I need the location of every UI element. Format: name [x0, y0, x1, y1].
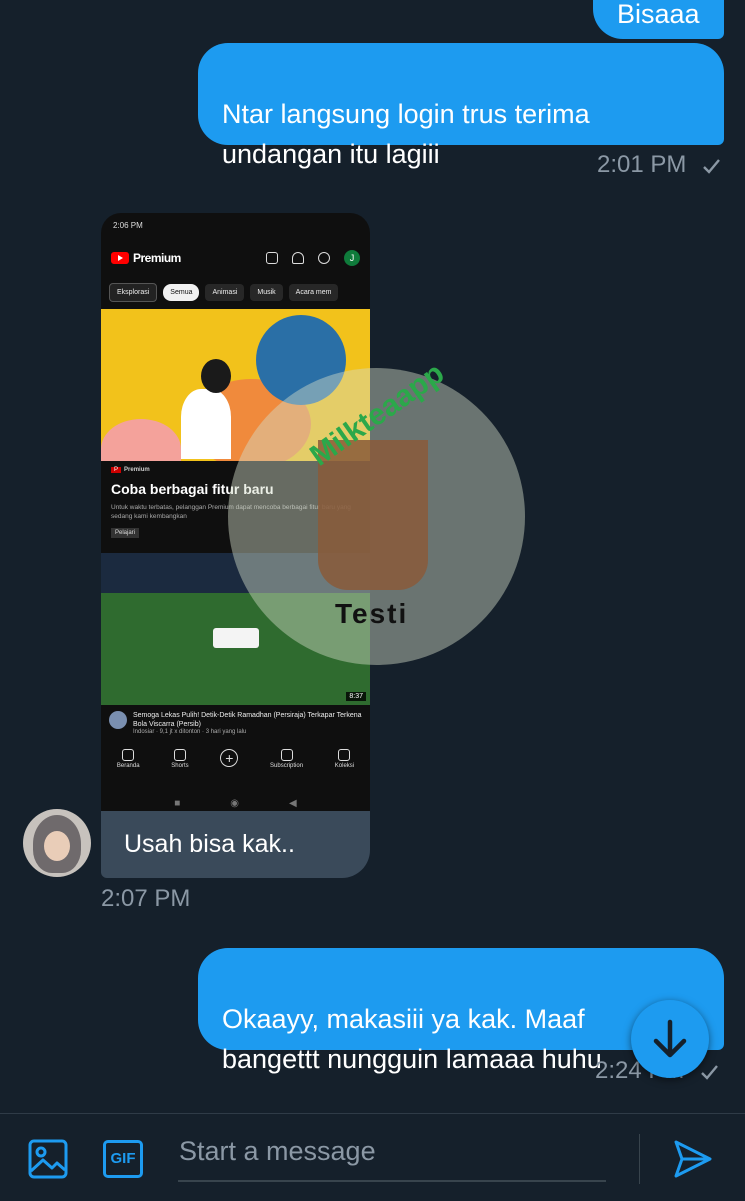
youtube-logo-icon [111, 252, 129, 264]
subscriptions-icon [280, 749, 293, 761]
nav-label: Subscription [270, 763, 304, 769]
message-timestamp: 2:07 PM [101, 885, 191, 912]
video-duration: 8:37 [346, 692, 366, 701]
input-underline [178, 1180, 606, 1182]
search-icon [318, 252, 330, 264]
youtube-bottom-nav: Beranda Shorts + Subscription Koleksi [101, 745, 370, 787]
message-bubble-incoming[interactable]: Usah bisa kak.. [101, 811, 370, 878]
shorts-icon [173, 749, 186, 761]
divider [639, 1134, 640, 1184]
message-text: Bisaaa [617, 0, 700, 29]
bell-icon [292, 252, 304, 264]
promo-badge: Premium [124, 467, 150, 473]
chip: Musik [250, 283, 283, 301]
phone-status-bar: 2:06 PM [113, 221, 143, 230]
send-icon[interactable] [672, 1138, 714, 1180]
cast-icon [266, 252, 278, 264]
message-bubble-outgoing[interactable]: Ntar langsung login trus terima undangan… [198, 43, 724, 169]
back-icon: ◀ [289, 797, 297, 809]
chip: Animasi [205, 283, 245, 301]
system-nav-bar: ■ ◉ ◀ [101, 787, 370, 811]
channel-avatar [109, 711, 127, 729]
message-timestamp: 2:01 PM [597, 151, 721, 179]
arrow-down-icon [653, 1019, 687, 1058]
message-input-placeholder: Start a message [179, 1136, 376, 1166]
youtube-header: Premium J [101, 241, 370, 275]
nav-label: Shorts [171, 763, 189, 769]
promo-button: Pelajari [111, 528, 140, 538]
nav-label: Beranda [116, 763, 140, 769]
chip: Acara mem [288, 283, 339, 301]
message-input[interactable]: Start a message [179, 1136, 376, 1167]
app-title: Premium [133, 251, 181, 265]
scroll-to-bottom-button[interactable] [631, 1000, 709, 1078]
gif-label: GIF [110, 1150, 136, 1167]
create-icon: + [220, 749, 239, 767]
video-title: Semoga Lekas Pulih! Detik-Detik Ramadhan… [133, 712, 362, 728]
video-meta: Indosiar · 9,1 jt x ditonton · 3 hari ya… [133, 729, 247, 735]
gif-button[interactable]: GIF [103, 1140, 143, 1178]
message-bubble-outgoing[interactable]: Bisaaa [593, 0, 724, 39]
chip: Semua [163, 283, 200, 301]
message-text: Usah bisa kak.. [124, 830, 295, 858]
chip: Eksplorasi [109, 282, 158, 302]
video-info: Semoga Lekas Pulih! Detik-Detik Ramadhan… [101, 705, 370, 745]
image-icon[interactable] [28, 1139, 68, 1179]
home-icon [122, 749, 135, 761]
home-button-icon: ◉ [230, 797, 240, 809]
avatar: J [344, 250, 360, 266]
message-text: Okaayy, makasiii ya kak. Maaf bangettt n… [222, 1004, 602, 1074]
library-icon [338, 749, 351, 761]
chip-bar: Eksplorasi Semua Animasi Musik Acara mem [101, 275, 370, 309]
recent-apps-icon: ■ [174, 797, 181, 809]
nav-label: Koleksi [334, 763, 355, 769]
avatar[interactable] [23, 809, 91, 877]
message-text: Ntar langsung login trus terima undangan… [222, 99, 590, 169]
sent-check-icon [703, 158, 720, 174]
watermark-label: Testi [335, 598, 409, 629]
